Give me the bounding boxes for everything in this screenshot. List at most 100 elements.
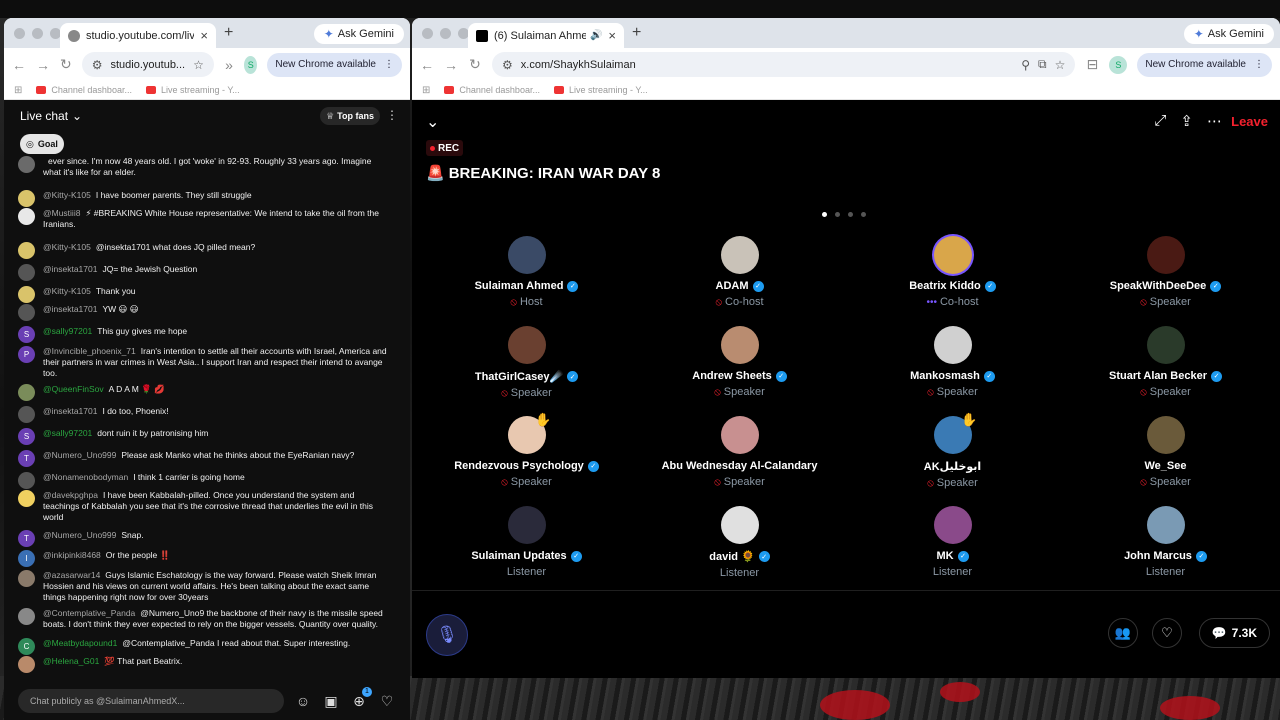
participant[interactable]: We_See ⦸ Speaker <box>1059 414 1272 504</box>
avatar[interactable] <box>18 490 35 507</box>
participant[interactable]: ✋ AKابوخليل ⦸ Speaker <box>846 412 1059 504</box>
chat-author[interactable]: @insekta1701 <box>43 264 97 274</box>
avatar[interactable] <box>18 472 35 489</box>
forward-icon[interactable]: → <box>444 57 458 73</box>
chat-author[interactable]: @Nonamenobodyman <box>43 472 128 482</box>
bookmark-live-streaming[interactable]: Live streaming - Y... <box>553 85 648 95</box>
chat-message[interactable]: @Kitty-K105 I have boomer parents. They s… <box>18 190 390 207</box>
chat-message[interactable]: @Mustiii8 ⚡ #BREAKING White House represe… <box>18 208 390 230</box>
chat-message[interactable]: ever since. I'm now 48 years old. I got … <box>18 156 390 178</box>
ask-gemini-button[interactable]: ✦ Ask Gemini <box>1183 24 1274 44</box>
chat-author[interactable]: @Meatbydapound1 <box>43 638 117 648</box>
participant[interactable]: david 🌻 ✓ Listener <box>633 504 846 594</box>
page-dot[interactable] <box>848 212 853 217</box>
participant-avatar[interactable] <box>720 416 759 454</box>
more-icon[interactable]: ⋯ <box>1207 112 1222 130</box>
apps-grid-icon[interactable]: ⊞ <box>422 85 430 96</box>
avatar[interactable]: P <box>18 346 35 363</box>
close-window-button[interactable] <box>422 28 433 39</box>
new-tab-button[interactable]: + <box>224 24 233 42</box>
participant[interactable]: Beatrix Kiddo ✓ ••• Co-host <box>846 234 1059 324</box>
avatar[interactable]: T <box>18 530 35 547</box>
super-chat-icon[interactable]: ▣ <box>322 693 340 710</box>
new-tab-button[interactable]: + <box>632 24 641 42</box>
avatar[interactable] <box>18 656 35 673</box>
chat-author[interactable]: @Invincible_phoenix_71 <box>43 346 136 356</box>
participant-avatar[interactable] <box>933 236 972 274</box>
chat-author[interactable]: @QueenFinSov <box>43 384 104 394</box>
chat-message[interactable]: S @sally97201 dont ruin it by patronising … <box>18 428 390 445</box>
chat-author[interactable]: @azasarwar14 <box>43 570 100 580</box>
chat-author[interactable]: @Kitty-K105 <box>43 242 91 252</box>
forward-icon[interactable]: → <box>36 57 50 73</box>
page-dot[interactable] <box>861 212 866 217</box>
ask-gemini-button[interactable]: ✦ Ask Gemini <box>313 24 404 44</box>
chat-author[interactable]: @davekpghpa <box>43 490 98 500</box>
chat-message[interactable]: @Helena_G01 💯 That part Beatrix. <box>18 656 390 673</box>
participant-avatar[interactable] <box>507 326 546 364</box>
bookmark-star-icon[interactable]: ☆ <box>193 58 204 72</box>
page-dot[interactable] <box>822 212 827 217</box>
participant-avatar[interactable] <box>1146 326 1185 364</box>
chat-message[interactable]: @azasarwar14 Guys Islamic Eschatology is … <box>18 570 390 603</box>
avatar[interactable] <box>18 242 35 259</box>
chat-author[interactable]: @Kitty-K105 <box>43 286 91 296</box>
avatar[interactable] <box>18 570 35 587</box>
participant-avatar[interactable] <box>720 326 759 364</box>
participant-avatar[interactable] <box>507 506 546 544</box>
participant[interactable]: Mankosmash ✓ ⦸ Speaker <box>846 324 1059 414</box>
chat-message[interactable]: @QueenFinSov A D A M 🌹 💋 <box>18 384 390 401</box>
chat-message[interactable]: @Contemplative_Panda @Numero_Uno9 the bac… <box>18 608 390 630</box>
avatar[interactable] <box>18 264 35 281</box>
chat-message[interactable]: T @Numero_Uno999 Please ask Manko what he … <box>18 450 390 467</box>
add-icon[interactable]: ⊕ 1 <box>350 686 372 710</box>
new-chrome-available-button[interactable]: New Chrome available ⋮ <box>1137 52 1272 77</box>
speaker-icon[interactable]: 🔊 <box>590 30 602 41</box>
avatar[interactable] <box>18 304 35 321</box>
avatar[interactable]: I <box>18 550 35 567</box>
close-tab-icon[interactable]: × <box>200 28 208 43</box>
site-info-icon[interactable]: ⚙ <box>502 58 513 72</box>
avatar[interactable]: S <box>18 326 35 343</box>
chat-author[interactable]: @Kitty-K105 <box>43 190 91 200</box>
bookmark-channel-dashboard[interactable]: Channel dashboar... <box>444 85 540 95</box>
avatar[interactable] <box>18 156 35 173</box>
chat-message[interactable]: S @sally97201 This guy gives me hope <box>18 326 390 343</box>
chat-message-list[interactable]: ever since. I'm now 48 years old. I got … <box>4 156 410 688</box>
avatar[interactable] <box>18 406 35 423</box>
tab-x-profile[interactable]: (6) Sulaiman Ahmed (@Sh 🔊 × <box>468 23 624 48</box>
address-bar[interactable]: ⚙ x.com/ShaykhSulaiman ⚲ ⧉ ☆ <box>492 52 1076 77</box>
participant-avatar[interactable] <box>507 236 546 274</box>
live-chat-dropdown[interactable]: Live chat ⌄ <box>20 109 82 123</box>
microphone-button[interactable]: 🎙 <box>426 614 468 656</box>
chat-author[interactable]: @insekta1701 <box>43 406 97 416</box>
chat-author[interactable]: @Mustiii8 <box>43 208 80 218</box>
participant-avatar[interactable] <box>720 506 759 544</box>
chat-message[interactable]: @insekta1701 YW 😃 😃 <box>18 304 390 321</box>
address-bar[interactable]: ⚙ studio.youtub... ☆ <box>81 52 214 77</box>
chat-author[interactable]: @inkipinki8468 <box>43 550 101 560</box>
participant[interactable]: Abu Wednesday Al-Calandary ⦸ Speaker <box>633 414 846 504</box>
participant[interactable]: Sulaiman Ahmed ✓ ⦸ Host <box>420 234 633 324</box>
chat-message[interactable]: @Kitty-K105 Thank you <box>18 286 390 303</box>
apps-grid-icon[interactable]: ⊞ <box>14 85 22 96</box>
heart-icon[interactable]: ♡ <box>378 693 396 710</box>
reload-icon[interactable]: ↻ <box>60 56 72 73</box>
close-tab-icon[interactable]: × <box>608 28 616 43</box>
chat-author[interactable]: @insekta1701 <box>43 304 97 314</box>
bookmark-live-streaming[interactable]: Live streaming - Y... <box>145 85 240 95</box>
participant-avatar[interactable] <box>933 326 972 364</box>
reload-icon[interactable]: ↻ <box>468 56 482 73</box>
zoom-icon[interactable]: ⚲ <box>1021 58 1030 72</box>
chat-message[interactable]: @insekta1701 JQ= the Jewish Question <box>18 264 390 281</box>
new-chrome-available-button[interactable]: New Chrome available ⋮ <box>267 52 402 77</box>
chat-message[interactable]: P @Invincible_phoenix_71 Iran's intention … <box>18 346 390 379</box>
chat-author[interactable]: @sally97201 <box>43 326 92 336</box>
tab-youtube-studio[interactable]: studio.youtube.com/live_cha × <box>60 23 216 48</box>
chat-author[interactable]: @sally97201 <box>43 428 92 438</box>
chat-message[interactable]: I @inkipinki8468 Or the people ‼️ <box>18 550 390 567</box>
participant[interactable]: SpeakWithDeeDee ✓ ⦸ Speaker <box>1059 234 1272 324</box>
chat-message[interactable]: @Nonamenobodyman I think 1 carrier is goi… <box>18 472 390 489</box>
chat-author[interactable]: @Numero_Uno999 <box>43 530 116 540</box>
participant[interactable]: MK ✓ Listener <box>846 504 1059 594</box>
